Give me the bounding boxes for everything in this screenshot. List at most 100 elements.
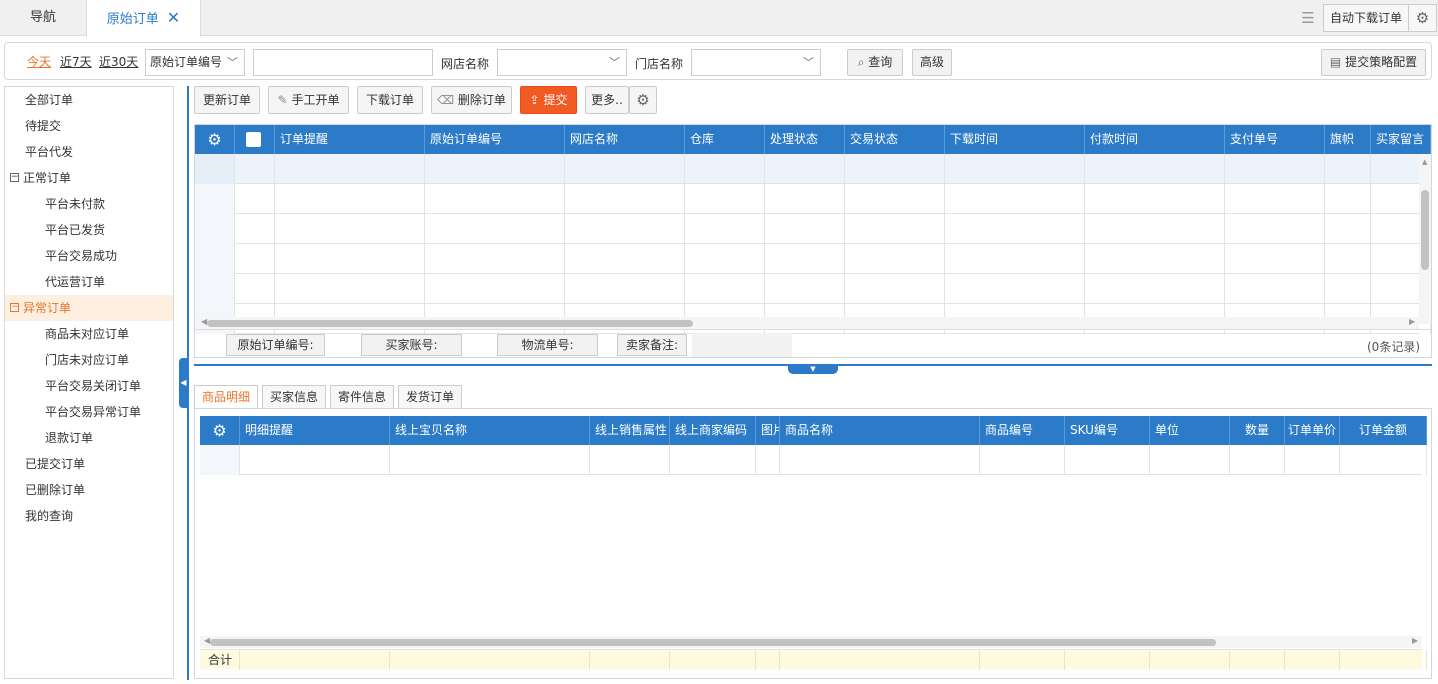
table-cell [756,445,780,475]
sidebar-item[interactable]: 我的查询 [5,503,173,529]
horizontal-scroll-thumb[interactable] [210,639,1216,646]
tab-product-details[interactable]: 商品明细 [194,385,258,409]
store-name-select[interactable]: ﹀ [691,49,821,76]
column-header[interactable]: 图片 [756,416,780,445]
manual-order-button[interactable]: ✎ 手工开单 [268,86,349,114]
column-header[interactable]: 商品编号 [980,416,1065,445]
summary-cell [590,650,670,670]
horizontal-scrollbar[interactable]: ◀ ▶ [195,317,1419,329]
horizontal-scroll-thumb[interactable] [207,320,693,327]
column-header[interactable]: 下载时间 [945,125,1085,154]
table-cell [945,274,1085,304]
table-row[interactable] [195,154,1431,184]
column-header[interactable]: 网店名称 [565,125,685,154]
table-cell [425,214,565,244]
table-cell [765,244,845,274]
column-header[interactable]: 订单单价 [1285,416,1340,445]
column-header[interactable]: 订单提醒 [275,125,425,154]
tab-shipping-orders[interactable]: 发货订单 [398,385,462,409]
column-header[interactable]: 线上商家编码 [670,416,756,445]
chevron-down-icon: ﹀ [803,56,814,69]
tab-sender-info[interactable]: 寄件信息 [330,385,394,409]
tab-navigation[interactable]: 导航 [0,0,86,36]
sidebar-item[interactable]: 平台交易异常订单 [5,399,173,425]
table-cell [1325,274,1371,304]
select-all-checkbox[interactable] [235,125,275,154]
horizontal-scrollbar[interactable]: ◀ ▶ [200,636,1422,648]
table-cell [275,154,425,184]
close-icon[interactable]: ✕ [167,8,180,27]
column-header[interactable]: 原始订单编号 [425,125,565,154]
sidebar-item[interactable]: 退款订单 [5,425,173,451]
tab-buyer-info[interactable]: 买家信息 [262,385,326,409]
gear-icon[interactable]: ⚙ [629,86,657,114]
filter-7days-link[interactable]: 近7天 [60,53,92,70]
collapse-toggle-icon[interactable]: − [10,173,19,182]
field-select[interactable]: 原始订单编号 ﹀ [145,49,245,76]
delete-orders-button[interactable]: ⌫ 删除订单 [431,86,512,114]
filter-today-link[interactable]: 今天 [27,53,51,70]
column-header[interactable]: SKU编号 [1065,416,1150,445]
field-select-value: 原始订单编号 [150,55,223,69]
column-header[interactable]: 仓库 [685,125,765,154]
sidebar-item[interactable]: 待提交 [5,113,173,139]
sidebar-item[interactable]: 平台未付款 [5,191,173,217]
tab-original-orders[interactable]: 原始订单 ✕ [86,0,201,37]
submit-button[interactable]: ⇪ 提交 [520,86,577,114]
gear-icon[interactable]: ⚙ [195,125,235,154]
vertical-scrollbar[interactable]: ▲ [1419,154,1431,324]
auto-download-button[interactable]: 自动下载订单 [1323,4,1409,32]
more-button[interactable]: 更多.. [585,86,629,114]
gear-icon[interactable]: ⚙ [200,416,240,445]
sidebar-item[interactable]: 平台交易成功 [5,243,173,269]
column-header[interactable]: 处理状态 [765,125,845,154]
chevron-down-icon[interactable]: ▼ [788,365,838,374]
shop-name-select[interactable]: ﹀ [497,49,627,76]
column-header[interactable]: 商品名称 [780,416,980,445]
table-row[interactable] [195,244,1431,274]
column-header[interactable]: 单位 [1150,416,1230,445]
sidebar-item[interactable]: 平台代发 [5,139,173,165]
column-header[interactable]: 明细提醒 [240,416,390,445]
column-header[interactable]: 买家留言 [1371,125,1431,154]
submit-strategy-button[interactable]: ▤ 提交策略配置 [1321,49,1426,76]
table-row[interactable] [195,214,1431,244]
sidebar-item[interactable]: 商品未对应订单 [5,321,173,347]
query-button-label: 查询 [868,55,893,69]
column-header[interactable]: 数量 [1230,416,1285,445]
refresh-orders-button[interactable]: 更新订单 [194,86,260,114]
sidebar-item[interactable]: 已删除订单 [5,477,173,503]
advanced-button[interactable]: 高级 [912,49,952,76]
table-row[interactable] [200,445,1427,475]
vertical-scroll-thumb[interactable] [1421,190,1429,270]
download-orders-button[interactable]: 下载订单 [357,86,423,114]
table-cell [195,274,235,304]
sidebar-item[interactable]: 全部订单 [5,87,173,113]
sidebar-item[interactable]: 已提交订单 [5,451,173,477]
sidebar-item[interactable]: − 异常订单 [5,295,173,321]
table-row[interactable] [195,274,1431,304]
list-icon[interactable]: ☰ [1296,6,1320,30]
sidebar-item[interactable]: 平台交易关闭订单 [5,373,173,399]
table-row[interactable] [195,184,1431,214]
column-header[interactable]: 旗帜 [1325,125,1371,154]
manual-order-label: 手工开单 [291,93,340,107]
sidebar-item-label: 平台交易关闭订单 [45,379,142,393]
sidebar-item-label: 门店未对应订单 [45,353,130,367]
column-header[interactable]: 线上宝贝名称 [390,416,590,445]
field-search-input[interactable] [253,49,433,76]
sidebar-item[interactable]: 代运营订单 [5,269,173,295]
gear-icon[interactable]: ⚙ [1409,4,1437,32]
column-header[interactable]: 交易状态 [845,125,945,154]
sidebar-item[interactable]: 门店未对应订单 [5,347,173,373]
table-cell [565,244,685,274]
collapse-toggle-icon[interactable]: − [10,303,19,312]
column-header[interactable]: 线上销售属性 [590,416,670,445]
filter-30days-link[interactable]: 近30天 [99,53,138,70]
sidebar-item[interactable]: 平台已发货 [5,217,173,243]
column-header[interactable]: 订单金额 [1340,416,1427,445]
query-button[interactable]: ⌕ 查询 [847,49,903,76]
sidebar-item[interactable]: − 正常订单 [5,165,173,191]
column-header[interactable]: 付款时间 [1085,125,1225,154]
column-header[interactable]: 支付单号 [1225,125,1325,154]
